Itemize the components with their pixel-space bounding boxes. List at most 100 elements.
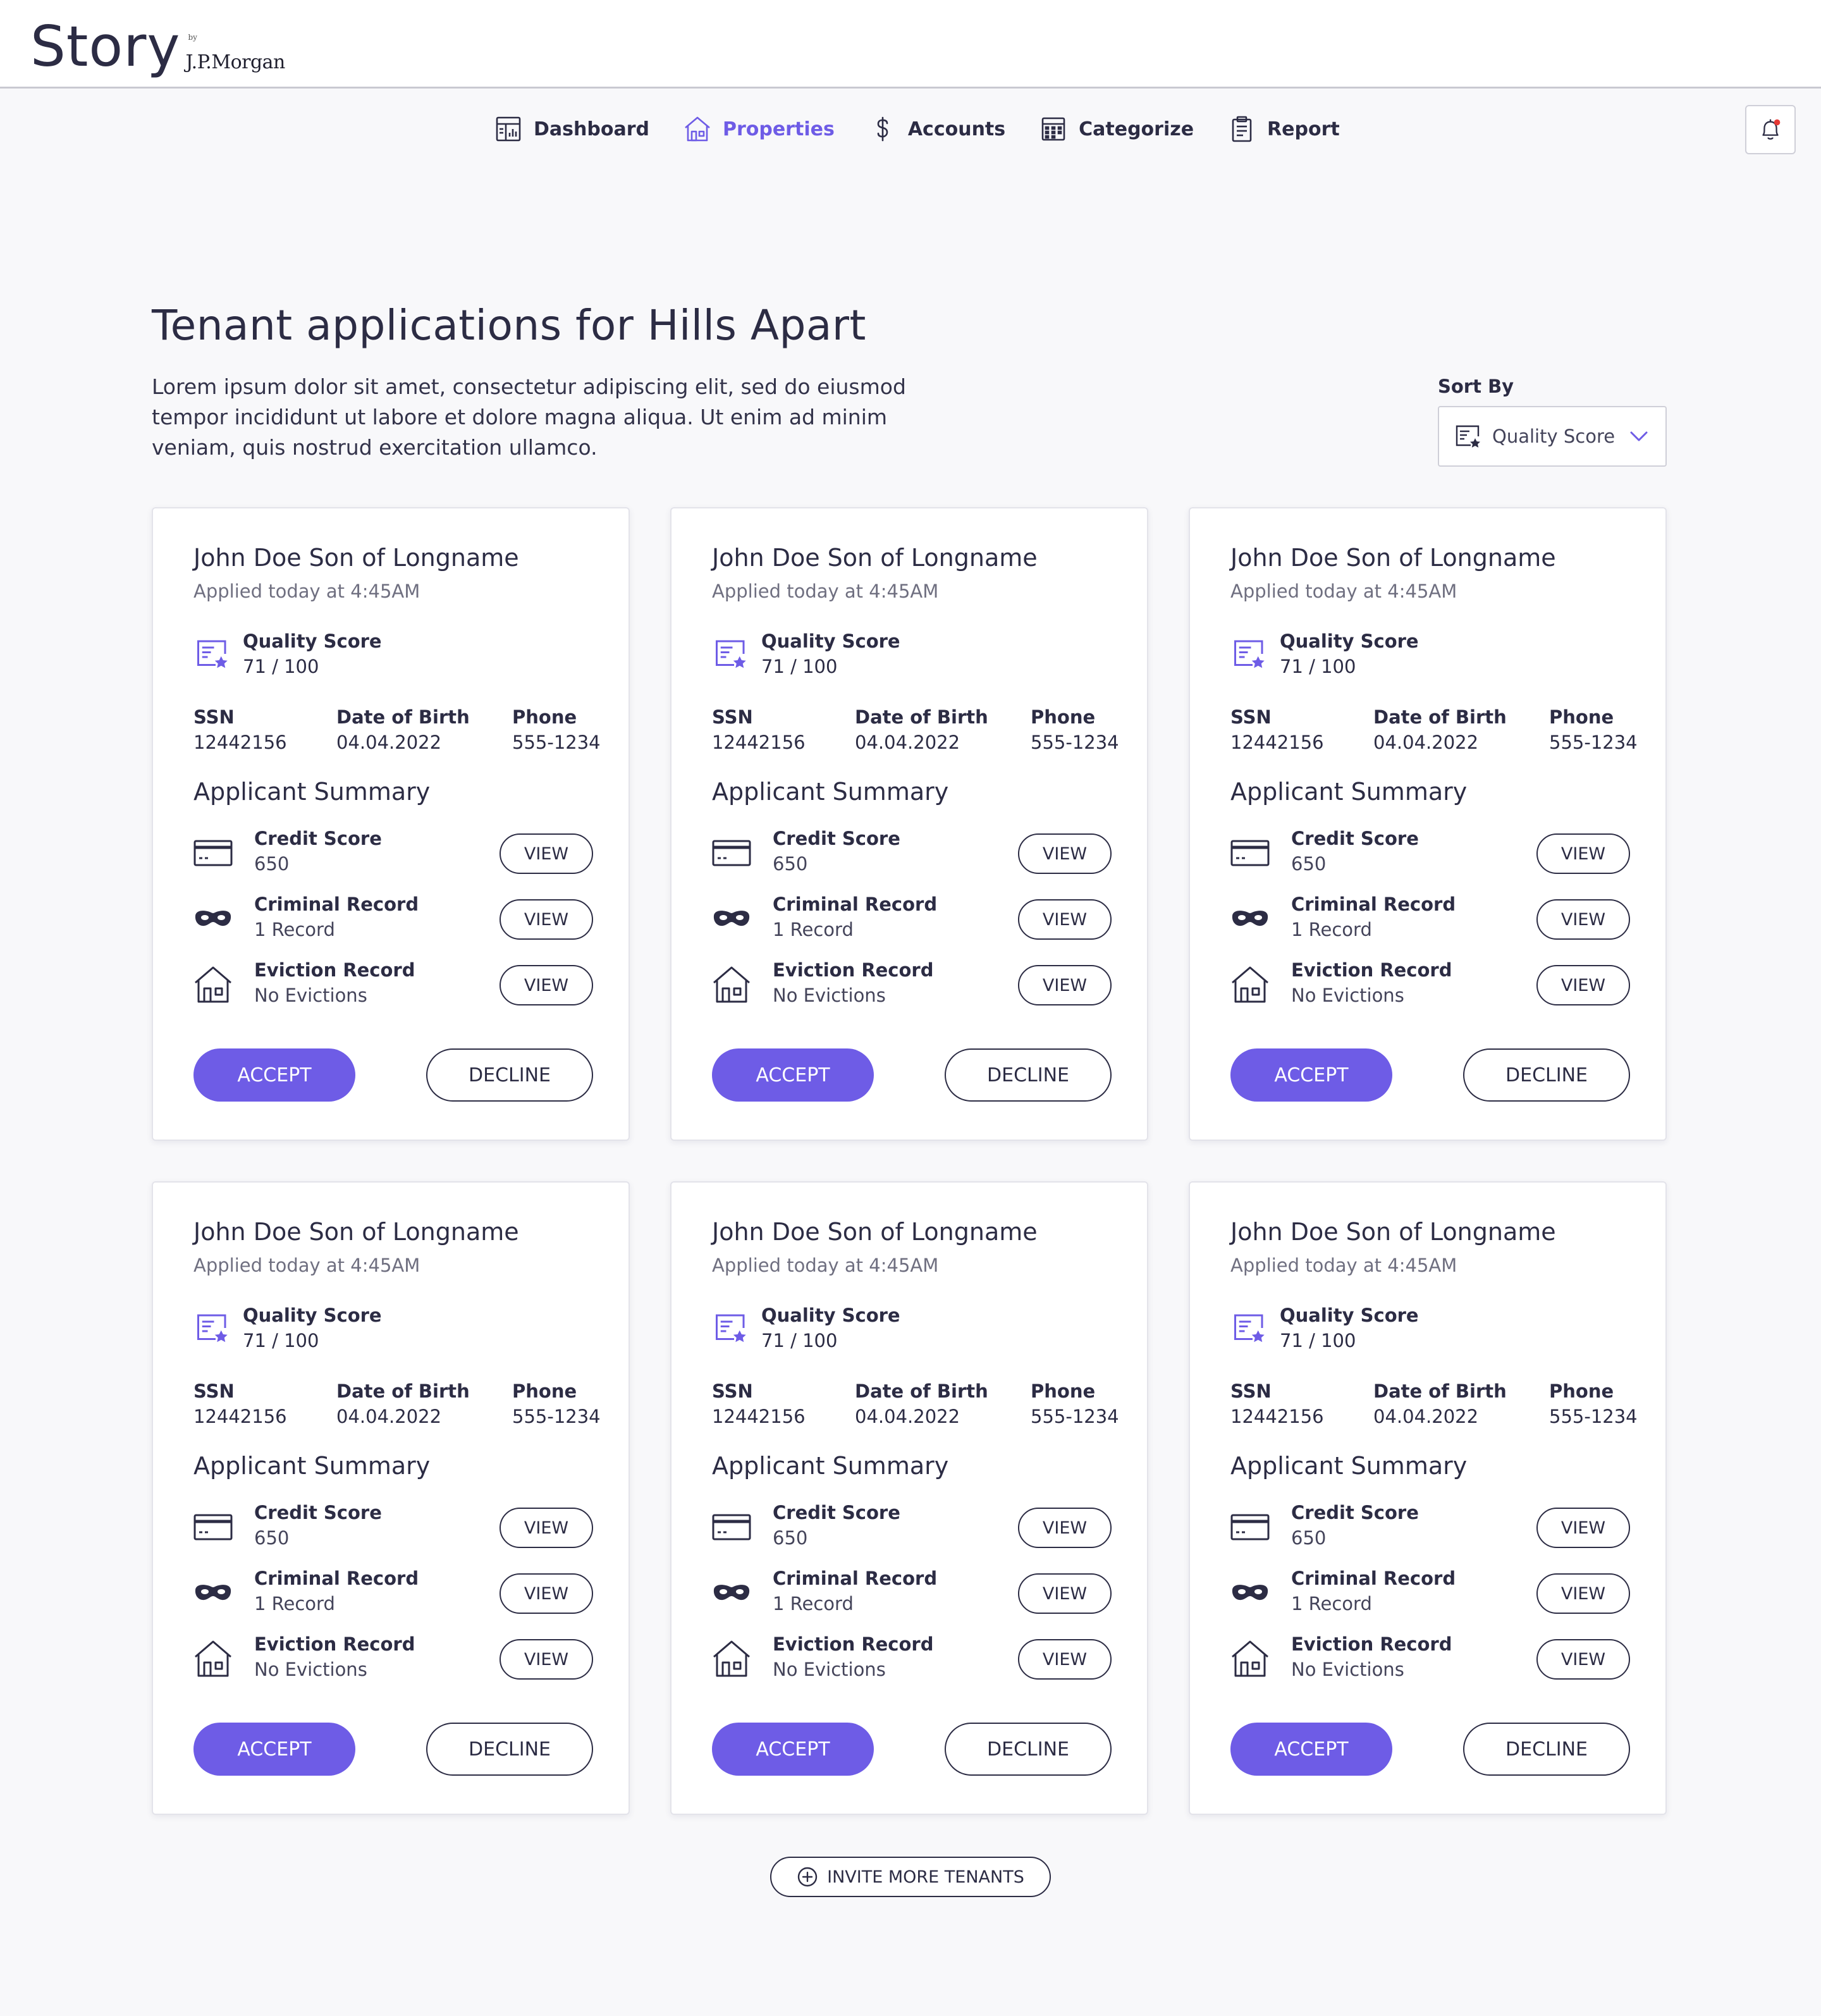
criminal-record-value: 1 Record xyxy=(1291,919,1372,940)
notifications-button[interactable] xyxy=(1745,105,1796,154)
view-eviction-record-button[interactable]: VIEW xyxy=(1536,965,1630,1005)
eviction-record-label: Eviction Record xyxy=(1291,959,1452,981)
decline-button[interactable]: DECLINE xyxy=(1463,1048,1630,1102)
applications-grid: John Doe Son of Longname Applied today a… xyxy=(152,507,1667,1815)
main-nav: Dashboard Properties Accounts Categorize xyxy=(493,111,1373,147)
mask-icon xyxy=(195,1585,231,1601)
sort-dropdown[interactable]: Quality Score xyxy=(1438,406,1667,467)
decline-button[interactable]: DECLINE xyxy=(426,1723,593,1776)
dob-value: 04.04.2022 xyxy=(1373,732,1479,753)
credit-card-icon xyxy=(1230,1514,1270,1540)
quality-score-value: 71 / 100 xyxy=(1280,1330,1356,1351)
accept-button[interactable]: ACCEPT xyxy=(193,1048,355,1102)
criminal-record-label: Criminal Record xyxy=(773,894,938,915)
house-icon xyxy=(1232,1640,1268,1677)
credit-score-label: Credit Score xyxy=(773,1502,900,1523)
phone-value: 555-1234 xyxy=(512,732,601,753)
applicant-name: John Doe Son of Longname xyxy=(712,544,1038,572)
credit-score-row: Credit Score 650 VIEW xyxy=(712,826,1112,879)
ssn-label: SSN xyxy=(1230,706,1272,728)
decline-button[interactable]: DECLINE xyxy=(945,1048,1112,1102)
dob-value: 04.04.2022 xyxy=(336,732,442,753)
dob-label: Date of Birth xyxy=(1373,706,1507,728)
phone-label: Phone xyxy=(1549,1380,1614,1402)
criminal-record-value: 1 Record xyxy=(773,919,854,940)
view-eviction-record-button[interactable]: VIEW xyxy=(1018,1639,1112,1680)
phone-field: Phone 555-1234 xyxy=(1031,704,1119,755)
phone-label: Phone xyxy=(1031,706,1096,728)
applicant-name: John Doe Son of Longname xyxy=(193,1218,519,1246)
applicant-summary-title: Applicant Summary xyxy=(193,1452,431,1480)
decline-button[interactable]: DECLINE xyxy=(1463,1723,1630,1776)
nav-item-categorize[interactable]: Categorize xyxy=(1038,111,1194,147)
decline-button[interactable]: DECLINE xyxy=(945,1723,1112,1776)
view-eviction-record-button[interactable]: VIEW xyxy=(1536,1639,1630,1680)
sort-label: Sort By xyxy=(1438,376,1514,397)
view-credit-score-button[interactable]: VIEW xyxy=(1536,1508,1630,1548)
credit-score-value: 650 xyxy=(1291,1527,1327,1549)
view-eviction-record-button[interactable]: VIEW xyxy=(500,1639,593,1680)
brand-logo[interactable]: Story by J.P.Morgan xyxy=(30,5,285,75)
view-eviction-record-button[interactable]: VIEW xyxy=(1018,965,1112,1005)
dob-value: 04.04.2022 xyxy=(855,732,960,753)
ssn-value: 12442156 xyxy=(1230,1406,1324,1427)
applied-time: Applied today at 4:45AM xyxy=(193,581,420,602)
accept-button[interactable]: ACCEPT xyxy=(712,1723,874,1776)
accept-button[interactable]: ACCEPT xyxy=(1230,1723,1392,1776)
accept-button[interactable]: ACCEPT xyxy=(193,1723,355,1776)
nav-item-accounts[interactable]: Accounts xyxy=(868,111,1005,147)
applicant-summary-title: Applicant Summary xyxy=(712,1452,949,1480)
accept-button[interactable]: ACCEPT xyxy=(1230,1048,1392,1102)
view-credit-score-button[interactable]: VIEW xyxy=(1018,1508,1112,1548)
accept-button[interactable]: ACCEPT xyxy=(712,1048,874,1102)
invite-more-tenants-button[interactable]: INVITE MORE TENANTS xyxy=(770,1857,1051,1897)
applicant-name: John Doe Son of Longname xyxy=(1230,1218,1556,1246)
phone-field: Phone 555-1234 xyxy=(1549,704,1638,755)
house-icon xyxy=(1232,966,1268,1003)
credit-card-icon xyxy=(712,840,751,866)
dob-field: Date of Birth 04.04.2022 xyxy=(336,1379,470,1429)
mask-icon xyxy=(1232,1585,1268,1601)
view-credit-score-button[interactable]: VIEW xyxy=(1536,833,1630,874)
applied-time: Applied today at 4:45AM xyxy=(193,1255,420,1276)
applicant-name: John Doe Son of Longname xyxy=(712,1218,1038,1246)
dob-field: Date of Birth 04.04.2022 xyxy=(1373,1379,1507,1429)
eviction-record-row: Eviction Record No Evictions VIEW xyxy=(193,957,593,1011)
applied-time: Applied today at 4:45AM xyxy=(1230,581,1457,602)
view-criminal-record-button[interactable]: VIEW xyxy=(1018,1573,1112,1614)
quality-score-icon xyxy=(197,1314,228,1343)
bell-icon xyxy=(1762,119,1781,140)
view-credit-score-button[interactable]: VIEW xyxy=(500,1508,593,1548)
application-card: John Doe Son of Longname Applied today a… xyxy=(670,507,1148,1141)
view-criminal-record-button[interactable]: VIEW xyxy=(500,1573,593,1614)
decline-button[interactable]: DECLINE xyxy=(426,1048,593,1102)
phone-label: Phone xyxy=(512,706,577,728)
view-criminal-record-button[interactable]: VIEW xyxy=(1536,899,1630,940)
application-card: John Doe Son of Longname Applied today a… xyxy=(1189,1181,1667,1815)
view-criminal-record-button[interactable]: VIEW xyxy=(500,899,593,940)
view-eviction-record-button[interactable]: VIEW xyxy=(500,965,593,1005)
eviction-record-label: Eviction Record xyxy=(254,1633,415,1655)
criminal-record-row: Criminal Record 1 Record VIEW xyxy=(1230,1566,1630,1619)
ssn-label: SSN xyxy=(1230,1380,1272,1402)
applied-time: Applied today at 4:45AM xyxy=(1230,1255,1457,1276)
view-criminal-record-button[interactable]: VIEW xyxy=(1018,899,1112,940)
credit-score-label: Credit Score xyxy=(1291,1502,1419,1523)
criminal-record-row: Criminal Record 1 Record VIEW xyxy=(712,892,1112,945)
nav-item-properties[interactable]: Properties xyxy=(682,111,835,147)
ssn-field: SSN 12442156 xyxy=(712,1379,806,1429)
nav-item-report[interactable]: Report xyxy=(1227,111,1340,147)
view-credit-score-button[interactable]: VIEW xyxy=(1018,833,1112,874)
nav-label-accounts: Accounts xyxy=(907,118,1006,140)
view-criminal-record-button[interactable]: VIEW xyxy=(1536,1573,1630,1614)
criminal-record-row: Criminal Record 1 Record VIEW xyxy=(193,892,593,945)
applicant-name: John Doe Son of Longname xyxy=(193,544,519,572)
page-description: Lorem ipsum dolor sit amet, consectetur … xyxy=(152,374,906,460)
nav-item-dashboard[interactable]: Dashboard xyxy=(493,111,649,147)
view-credit-score-button[interactable]: VIEW xyxy=(500,833,593,874)
dob-field: Date of Birth 04.04.2022 xyxy=(855,704,988,755)
eviction-record-value: No Evictions xyxy=(1291,985,1404,1006)
quality-score-icon xyxy=(1456,425,1480,448)
ssn-value: 12442156 xyxy=(1230,732,1324,753)
quality-score: Quality Score 71 / 100 xyxy=(193,629,382,679)
